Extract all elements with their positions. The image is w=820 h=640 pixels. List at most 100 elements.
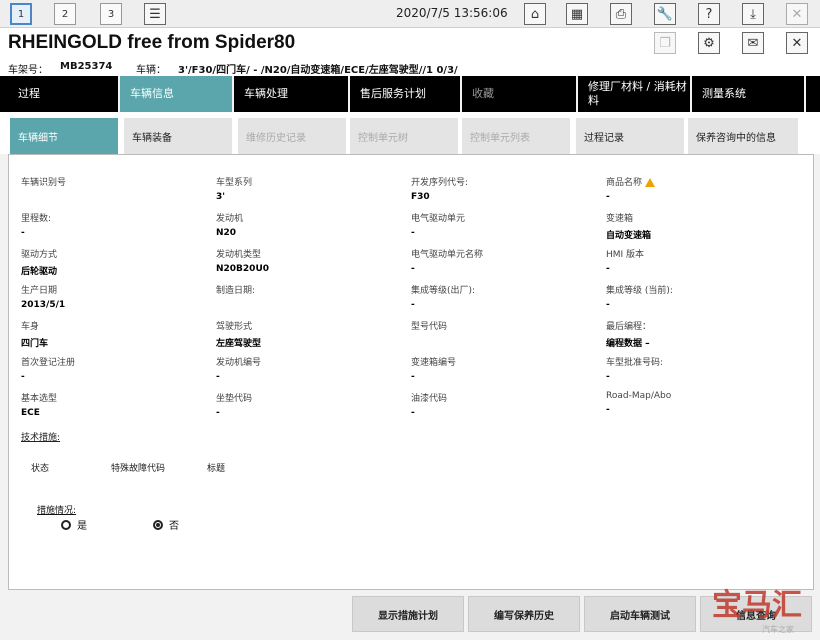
tab-process-log[interactable]: 过程记录 — [576, 118, 684, 154]
field-value: - — [411, 372, 415, 382]
vehicle-field: HMI 版本 - — [606, 247, 644, 274]
field-label: 驾驶形式 — [216, 322, 253, 332]
field-label: 生产日期 — [21, 286, 58, 296]
field-value: - — [606, 264, 610, 274]
vehicle-field: 集成等级 (当前): - — [606, 283, 673, 310]
field-value: 3' — [216, 192, 226, 202]
vehicle-field: 车身 四门车 — [21, 319, 48, 349]
tab-ecu-list[interactable]: 控制单元列表 — [462, 118, 570, 154]
field-value: - — [411, 300, 415, 310]
nav-vehicle-handling[interactable]: 车辆处理 — [234, 76, 350, 112]
vehicle-field: 发动机 N20 — [216, 211, 243, 238]
nav-process[interactable]: 过程 — [8, 76, 120, 112]
field-value: 2013/5/1 — [21, 300, 66, 310]
field-value: - — [606, 405, 610, 415]
radio-yes[interactable]: 是 — [61, 517, 87, 532]
tab-vehicle-equipment[interactable]: 车辆装备 — [124, 118, 232, 154]
field-label: 制造日期: — [216, 286, 256, 296]
bottom-action-bar: 显示措施计划 编写保养历史 启动车辆测试 信息查询 — [0, 592, 820, 640]
vehicle-field: 车型批准号码: - — [606, 355, 663, 382]
field-label: 集成等级(出厂): — [411, 286, 476, 296]
radio-no-label: 否 — [169, 521, 179, 532]
field-value: 左座驾驶型 — [216, 339, 262, 349]
vehicle-field: 制造日期: — [216, 283, 255, 300]
gear-icon[interactable]: ⚙ — [698, 32, 720, 54]
field-label: 变速箱编号 — [411, 358, 457, 368]
tech-measures-header[interactable]: 技术措施: — [21, 430, 60, 443]
tab-vehicle-details[interactable]: 车辆细节 — [10, 118, 118, 154]
field-label: 发动机类型 — [216, 250, 262, 260]
nav-measurement-system[interactable]: 测量系统 — [692, 76, 806, 112]
main-nav: 过程 车辆信息 车辆处理 售后服务计划 收藏 修理厂材料 / 消耗材料 测量系统 — [0, 76, 820, 112]
radio-yes-indicator[interactable] — [61, 519, 71, 530]
tab-service-info[interactable]: 保养咨询中的信息 — [688, 118, 798, 154]
printer-icon[interactable]: ⎙ — [610, 3, 632, 25]
field-label: 电气驱动单元 — [411, 214, 466, 224]
watermark-small: 汽车之家 — [762, 625, 794, 634]
help-icon[interactable]: ? — [698, 3, 720, 25]
measures-status-label: 措施情况: — [37, 506, 77, 516]
field-value: - — [411, 264, 415, 274]
vehicle-label: 车辆： — [136, 65, 166, 76]
vehicle-field: 变速箱 自动变速箱 — [606, 211, 651, 241]
download-icon[interactable]: ⤓ — [742, 3, 764, 25]
field-value: - — [21, 228, 25, 238]
vehicle-field: 油漆代码 - — [411, 391, 447, 418]
field-label: 首次登记注册 — [21, 358, 76, 368]
field-label: 最后编程： — [606, 322, 652, 332]
field-value: N20 — [216, 228, 237, 238]
field-label: 车身 — [21, 322, 40, 332]
close-icon[interactable]: ✕ — [786, 3, 808, 25]
title-bar: RHEINGOLD free from Spider80 ❐ ⚙ ✉ ✕ — [0, 28, 820, 58]
session-tab-2[interactable]: 2 — [54, 3, 76, 25]
keypad-icon[interactable]: ▦ — [566, 3, 588, 25]
write-service-history-button[interactable]: 编写保养历史 — [468, 596, 580, 632]
radio-no[interactable]: 否 — [153, 517, 179, 532]
list-icon[interactable]: ☰ — [144, 3, 166, 25]
field-value: - — [606, 300, 610, 310]
watermark-logo: 宝马汇 — [712, 588, 802, 623]
field-label: 型号代码 — [411, 322, 448, 332]
tab-repair-history[interactable]: 维修历史记录 — [238, 118, 346, 154]
copy-icon[interactable]: ❐ — [654, 32, 676, 54]
show-measures-plan-button[interactable]: 显示措施计划 — [352, 596, 464, 632]
nav-service-plan[interactable]: 售后服务计划 — [350, 76, 462, 112]
vehicle-field: 变速箱编号 - — [411, 355, 456, 382]
column-status: 状态 — [31, 464, 50, 474]
vehicle-field: 电气驱动单元 - — [411, 211, 465, 238]
datetime-display: 2020/7/5 13:56:06 — [396, 6, 508, 20]
field-value: - — [216, 372, 220, 382]
field-label: 电气驱动单元名称 — [411, 250, 484, 260]
vehicle-field: 商品名称 - — [606, 175, 656, 202]
vehicle-field: 驾驶形式 左座驾驶型 — [216, 319, 261, 349]
session-tab-3[interactable]: 3 — [100, 3, 122, 25]
vehicle-details-panel: 车辆识别号 车型系列 3' 开发序列代号: F30 商品名称 - 里程数: - 发动机 N20 电气驱… — [8, 154, 814, 590]
vehicle-field: 型号代码 — [411, 319, 447, 336]
wrench-icon[interactable]: 🔧 — [654, 3, 676, 25]
session-tab-1[interactable]: 1 — [10, 3, 32, 25]
close-window-icon[interactable]: ✕ — [786, 32, 808, 54]
home-icon[interactable]: ⌂ — [524, 3, 546, 25]
vehicle-field: 生产日期 2013/5/1 — [21, 283, 65, 310]
field-value: 编程数据 – — [606, 339, 650, 349]
vehicle-field: 坐垫代码 - — [216, 391, 252, 418]
sub-tabs: 车辆细节 车辆装备 维修历史记录 控制单元树 控制单元列表 过程记录 保养咨询中… — [0, 112, 820, 154]
field-value: - — [216, 408, 220, 418]
vehicle-field: 驱动方式 后轮驱动 — [21, 247, 57, 277]
field-value: 四门车 — [21, 339, 49, 349]
field-label: 发动机编号 — [216, 358, 262, 368]
nav-favorites[interactable]: 收藏 — [462, 76, 578, 112]
vehicle-field: 车型系列 3' — [216, 175, 252, 202]
nav-vehicle-info[interactable]: 车辆信息 — [120, 76, 234, 112]
vehicle-field: 里程数: - — [21, 211, 51, 238]
start-vehicle-test-button[interactable]: 启动车辆测试 — [584, 596, 696, 632]
tab-ecu-tree[interactable]: 控制单元树 — [350, 118, 458, 154]
field-value: - — [411, 228, 415, 238]
nav-workshop-materials[interactable]: 修理厂材料 / 消耗材料 — [578, 76, 692, 112]
radio-no-indicator[interactable] — [153, 519, 163, 530]
field-label: 里程数: — [21, 214, 52, 224]
mail-icon[interactable]: ✉ — [742, 32, 764, 54]
vehicle-field: 集成等级(出厂): - — [411, 283, 475, 310]
vehicle-field: 开发序列代号: F30 — [411, 175, 468, 202]
vehicle-field: 最后编程： 编程数据 – — [606, 319, 651, 349]
